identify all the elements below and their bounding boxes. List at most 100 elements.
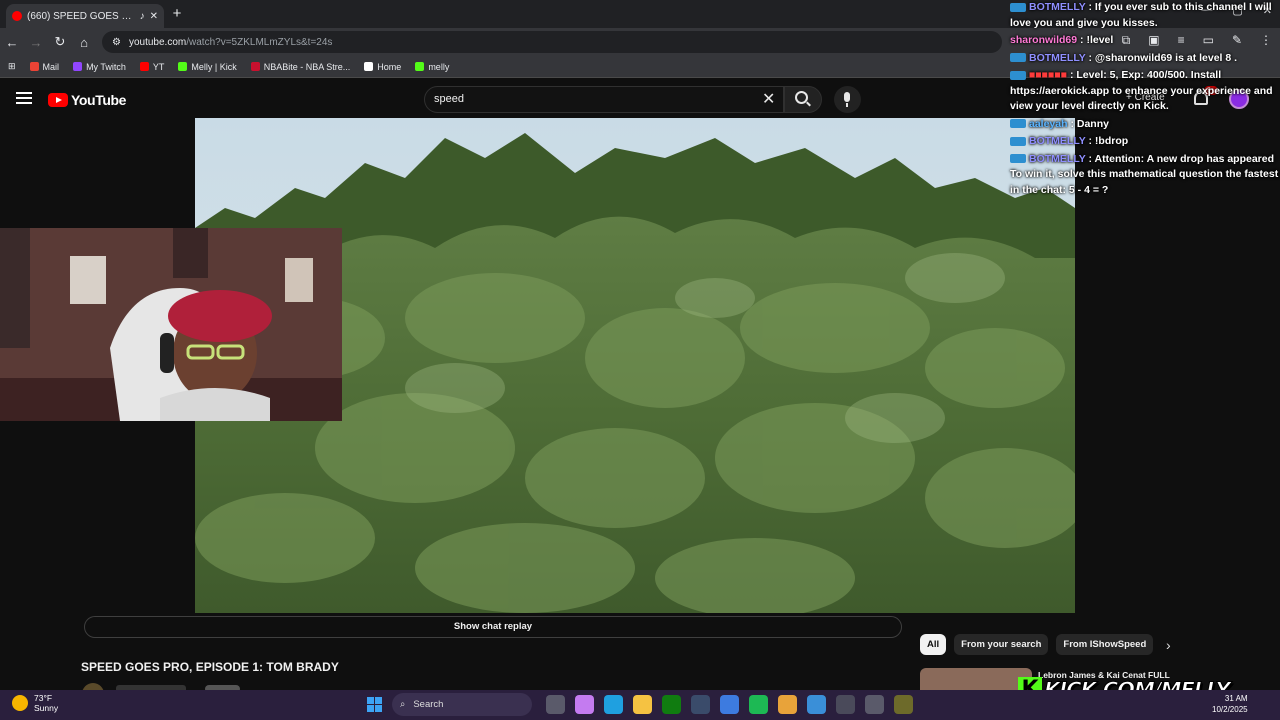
bot-badge-icon (1010, 154, 1026, 164)
new-tab-button[interactable]: + (168, 4, 186, 24)
bookmark-yt[interactable]: YT (139, 61, 165, 72)
windows-start-icon[interactable] (367, 697, 382, 712)
search-input[interactable] (424, 86, 784, 113)
weather-condition: Sunny (34, 703, 59, 713)
search-query: speed (434, 93, 464, 105)
bot-badge-icon (1010, 53, 1026, 63)
user-badge-icon (1010, 70, 1026, 80)
chat-message: BOTMELLY : Attention: A new drop has app… (1010, 152, 1280, 199)
xbox-icon[interactable] (662, 695, 681, 714)
bookmark-kick[interactable]: Melly | Kick (178, 61, 237, 72)
bot-badge-icon (1010, 136, 1026, 146)
bookmark-nbabite[interactable]: NBABite - NBA Stre... (250, 61, 351, 72)
tab-audio-icon[interactable]: ♪ (140, 11, 145, 22)
bookmark-home[interactable]: Home (364, 62, 401, 72)
bookmark-melly[interactable]: melly (415, 62, 449, 72)
chevron-right-icon[interactable]: › (1166, 637, 1171, 653)
tab-close-icon[interactable]: ✕ (150, 11, 158, 22)
webcam-feed (0, 228, 342, 421)
clear-search-icon[interactable]: ✕ (762, 89, 775, 109)
edge-icon[interactable] (604, 695, 623, 714)
url-host: youtube.com (128, 36, 187, 48)
chat-message: BOTMELLY : If you ever sub to this chann… (1010, 0, 1280, 31)
video-title: SPEED GOES PRO, EPISODE 1: TOM BRADY (81, 660, 339, 674)
bookmark-twitch[interactable]: My Twitch (73, 62, 126, 72)
site-info-icon[interactable]: ⚙ (112, 37, 121, 48)
chat-username: BOTMELLY (1029, 152, 1086, 165)
chat-username: BOTMELLY (1029, 51, 1086, 64)
hamburger-menu-icon[interactable] (16, 92, 32, 104)
spotify-icon[interactable] (749, 695, 768, 714)
chat-username: sharonwild69 (1010, 34, 1078, 46)
steam-icon[interactable] (691, 695, 710, 714)
task-view-icon[interactable] (546, 695, 565, 714)
x-icon (364, 62, 374, 71)
youtube-icon (139, 62, 149, 71)
clock-time: 31 AM (1224, 694, 1248, 703)
chat-text: : !bdrop (1088, 135, 1129, 147)
address-bar[interactable]: ⚙ youtube.com/watch?v=5ZKLMLmZYLs&t=24s (102, 31, 1002, 53)
taskbar-apps (546, 695, 913, 714)
taskbar-search-label: Search (413, 699, 444, 710)
photos-icon[interactable] (807, 695, 826, 714)
bookmark-label: YT (152, 61, 165, 72)
back-icon[interactable]: ← (0, 35, 24, 50)
youtube-logo-text: YouTube (71, 92, 127, 108)
file-explorer-icon[interactable] (633, 695, 652, 714)
temperature: 73°F (34, 693, 53, 703)
chat-username: BOTMELLY (1029, 135, 1086, 147)
kick-icon (178, 62, 188, 71)
chat-username: BOTMELLY (1029, 1, 1086, 13)
reload-icon[interactable]: ↻ (48, 34, 72, 50)
subscriber-badge-icon (1010, 119, 1026, 129)
chat-message: BOTMELLY : @sharonwild69 is at level 8 . (1010, 51, 1280, 67)
bookmark-label: Home (377, 61, 402, 72)
store-icon[interactable] (720, 695, 739, 714)
chip-all[interactable]: All (920, 634, 947, 655)
weather-widget[interactable]: 73°F Sunny (12, 693, 58, 713)
chip-from-your-search[interactable]: From your search (954, 634, 1049, 655)
search-icon (795, 91, 808, 104)
chat-message: ■■■■■■ : Level: 5, Exp: 400/500. Install… (1010, 68, 1280, 115)
youtube-logo[interactable]: YouTube (48, 92, 126, 108)
twitch-icon (73, 62, 83, 71)
forward-icon[interactable]: → (24, 35, 48, 50)
media-player-icon[interactable] (836, 695, 855, 714)
chat-username-redacted: ■■■■■■ (1029, 69, 1068, 81)
copilot-icon[interactable] (575, 695, 594, 714)
kick-icon (415, 62, 425, 71)
arrow-app-icon[interactable] (865, 695, 884, 714)
recommendation-chips: All From your search From IShowSpeed (920, 634, 1154, 655)
sun-icon (12, 695, 28, 711)
bookmark-mail[interactable]: Mail (29, 61, 60, 72)
chat-message: aaleyah : Danny (1010, 117, 1280, 133)
taskbar-search[interactable]: ⌕ Search (392, 693, 532, 716)
bot-badge-icon (1010, 2, 1026, 12)
chip-from-ishowspeed[interactable]: From IShowSpeed (1056, 634, 1154, 655)
streamer-webcam (0, 228, 342, 421)
system-clock[interactable]: 31 AM 10/2/2025 (1212, 693, 1248, 715)
nba-icon (250, 62, 260, 71)
tab-title: (660) SPEED GOES PRO, EPI (27, 10, 135, 22)
url-path: /watch?v=5ZKLMLmZYLs&t=24s (186, 36, 333, 48)
clock-date: 10/2/2025 (1212, 705, 1248, 714)
chat-text: : @sharonwild69 is at level 8 . (1088, 51, 1238, 64)
home-icon[interactable]: ⌂ (72, 35, 96, 50)
bookmark-label: NBABite - NBA Stre... (263, 61, 351, 72)
apps-grid-icon[interactable]: ⊞ (8, 61, 16, 72)
chrome-icon[interactable] (778, 695, 797, 714)
browser-tab[interactable]: (660) SPEED GOES PRO, EPI ♪ ✕ (6, 4, 164, 28)
youtube-favicon-icon (12, 11, 22, 21)
show-chat-replay-button[interactable]: Show chat replay (84, 616, 902, 638)
gmail-icon (29, 62, 39, 71)
voice-search-icon[interactable] (834, 86, 861, 113)
recommended-video-thumbnail[interactable] (920, 668, 1032, 690)
youtube-play-icon (48, 93, 68, 107)
bookmark-label: Melly | Kick (191, 61, 237, 72)
chat-text: : !level (1080, 34, 1114, 46)
chat-message: BOTMELLY : !bdrop (1010, 134, 1280, 150)
live-chat-overlay: BOTMELLY : If you ever sub to this chann… (1010, 0, 1280, 200)
obs-icon[interactable] (894, 695, 913, 714)
bookmark-label: melly (428, 61, 450, 72)
bookmark-label: Mail (42, 61, 60, 72)
